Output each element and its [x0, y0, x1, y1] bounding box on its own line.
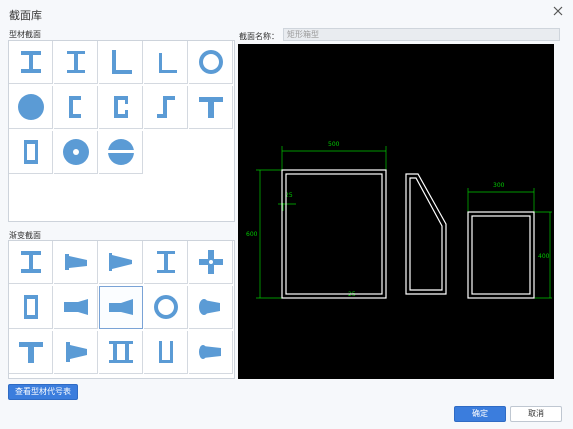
disc-cell[interactable]: [54, 131, 98, 174]
pipe-variable-cell[interactable]: [144, 286, 188, 329]
tapered-i-end-cell[interactable]: [99, 241, 143, 284]
window-title: 截面库: [9, 9, 42, 22]
split-circle-cell[interactable]: [99, 131, 143, 174]
pipe-cell[interactable]: [189, 41, 233, 84]
c-channel-cell[interactable]: [54, 86, 98, 129]
channel-variable-icon: [158, 341, 173, 363]
t-variable-icon: [18, 342, 43, 363]
z-section-cell[interactable]: [144, 86, 188, 129]
section-name-label: 截面名称：: [239, 32, 279, 41]
t-section-cell[interactable]: [189, 86, 233, 129]
i-beam-icon: [20, 51, 41, 73]
tapered-t-icon: [65, 342, 87, 362]
i-beam-variable-icon: [156, 251, 175, 273]
profile-grid: [8, 40, 235, 222]
section-type-label: 型材截面: [9, 30, 41, 39]
round-bar-icon: [17, 94, 44, 120]
i-beam-welded-cell[interactable]: [54, 41, 98, 84]
cancel-button[interactable]: 取消: [510, 406, 562, 422]
c-channel-lipped-icon: [113, 96, 128, 118]
view-code-table-button[interactable]: 查看型材代号表: [8, 384, 78, 400]
section-drawing: 500 600 25 25 300 400: [246, 141, 552, 299]
i-beam-variable-cell[interactable]: [144, 241, 188, 284]
i-beam-cell[interactable]: [9, 41, 53, 84]
i-beam-welded-icon: [66, 51, 85, 73]
box-variable-cell[interactable]: [9, 286, 53, 329]
cross-section-cell[interactable]: [189, 241, 233, 284]
c-channel-icon: [68, 96, 81, 118]
double-i-cell[interactable]: [99, 331, 143, 374]
split-circle-icon: [107, 139, 134, 165]
section-preview: 500 600 25 25 300 400: [238, 44, 554, 379]
tapered-round-icon: [198, 345, 221, 359]
tapered-pipe-cell[interactable]: [189, 286, 233, 329]
angle-lipped-icon: [158, 53, 177, 73]
close-icon[interactable]: [552, 5, 564, 17]
dim-left-text: 600: [246, 231, 258, 238]
tapered-box-selected-icon: [108, 299, 133, 315]
z-section-icon: [156, 96, 175, 118]
pipe-icon: [198, 50, 223, 74]
tapered-i-icon: [20, 251, 41, 273]
tapered-box-cell[interactable]: [54, 286, 98, 329]
section-name-input[interactable]: 矩形箱型: [283, 28, 560, 41]
angle-lipped-cell[interactable]: [144, 41, 188, 84]
dim-right-side-text: 400: [538, 253, 550, 260]
pipe-variable-icon: [153, 295, 178, 319]
tapered-i-cell[interactable]: [9, 241, 53, 284]
tapered-pipe-icon: [198, 299, 220, 315]
disc-icon: [62, 139, 89, 165]
tapered-round-cell[interactable]: [189, 331, 233, 374]
angle-icon: [111, 50, 132, 74]
dim-right-top-text: 300: [493, 182, 505, 189]
tapered-box-icon: [63, 299, 88, 315]
tapered-t-cell[interactable]: [54, 331, 98, 374]
box-variable-icon: [23, 295, 38, 319]
channel-variable-cell[interactable]: [144, 331, 188, 374]
double-i-icon: [108, 341, 133, 363]
angle-cell[interactable]: [99, 41, 143, 84]
cross-section-icon: [198, 250, 223, 274]
tapered-i-side-icon: [64, 254, 87, 270]
round-bar-cell[interactable]: [9, 86, 53, 129]
t-section-icon: [198, 97, 223, 118]
dim-top-text: 500: [328, 141, 340, 148]
box-section-icon: [23, 140, 38, 164]
box-section-cell[interactable]: [9, 131, 53, 174]
t-variable-cell[interactable]: [9, 331, 53, 374]
tapered-i-end-icon: [108, 253, 132, 271]
variable-grid: [8, 240, 235, 379]
tapered-box-selected-cell[interactable]: [99, 286, 143, 329]
c-channel-lipped-cell[interactable]: [99, 86, 143, 129]
tapered-i-side-cell[interactable]: [54, 241, 98, 284]
ok-button[interactable]: 确定: [454, 406, 506, 422]
